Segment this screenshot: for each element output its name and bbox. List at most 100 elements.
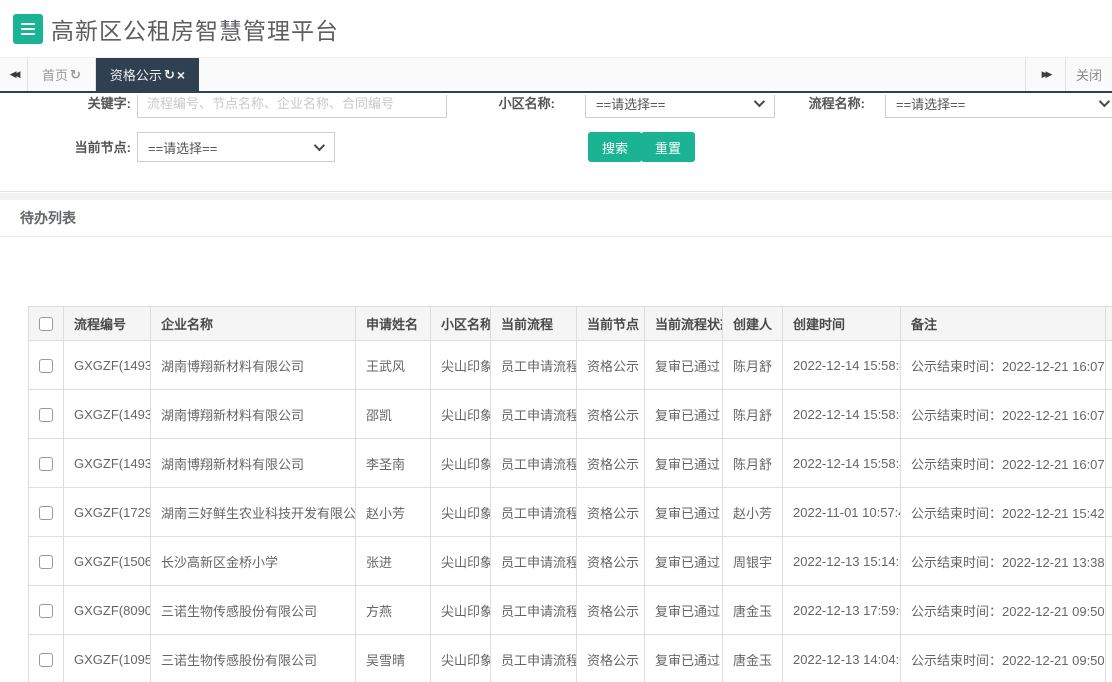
cell-current-node: 资格公示 (577, 537, 645, 586)
row-checkbox[interactable] (39, 653, 53, 667)
col-header-created-at: 创建时间 (783, 307, 901, 341)
todo-list-panel: 待办列表 流程编号 企业名称 申请姓名 小区名称 (0, 200, 1112, 682)
cell-process-no: GXGZF(15061) (64, 537, 151, 586)
page-title: 高新区公租房智慧管理平台 (51, 12, 339, 46)
row-checkbox[interactable] (39, 359, 53, 373)
row-checkbox-cell (29, 488, 64, 537)
refresh-icon[interactable]: ↻ (70, 67, 81, 83)
col-header-extra (1106, 307, 1112, 341)
cell-current-node: 资格公示 (577, 586, 645, 635)
cell-creator: 周银宇 (723, 537, 783, 586)
todo-table-container: 流程编号 企业名称 申请姓名 小区名称 当前流程 当前节点 当前流程状态 创建人… (28, 306, 1112, 682)
current-node-label: 当前节点: (20, 137, 131, 156)
cell-created-at: 2022-12-14 15:58:43 (783, 341, 901, 390)
cell-flow-status: 复审已通过 (645, 439, 723, 488)
cell-company: 三诺生物传感股份有限公司 (151, 635, 356, 682)
cell-current-flow: 员工申请流程 (491, 390, 577, 439)
row-checkbox[interactable] (39, 506, 53, 520)
cell-applicant: 吴雪晴 (356, 635, 431, 682)
close-operations-menu[interactable]: 关闭 (1065, 58, 1112, 91)
keyword-label: 关键字: (20, 95, 131, 112)
cell-creator: 唐金玉 (723, 635, 783, 682)
close-tab-icon[interactable]: × (177, 68, 185, 82)
refresh-icon[interactable]: ↻ (164, 67, 175, 83)
search-button[interactable]: 搜索 (588, 132, 642, 162)
cell-applicant: 方燕 (356, 586, 431, 635)
cell-extra (1106, 341, 1112, 390)
tabbar-spacer (199, 58, 1025, 91)
cell-creator: 陈月舒 (723, 390, 783, 439)
table-header-row: 流程编号 企业名称 申请姓名 小区名称 当前流程 当前节点 当前流程状态 创建人… (29, 307, 1112, 341)
community-label: 小区名称: (467, 95, 555, 112)
select-all-checkbox[interactable] (39, 317, 53, 331)
col-header-current-node: 当前节点 (577, 307, 645, 341)
col-header-company: 企业名称 (151, 307, 356, 341)
section-title: 待办列表 (0, 200, 1112, 237)
reset-button[interactable]: 重置 (641, 132, 695, 162)
tab-home[interactable]: 首页 ↻ (28, 58, 96, 91)
current-node-select[interactable]: ==请选择== (137, 132, 335, 162)
cell-flow-status: 复审已通过 (645, 537, 723, 586)
cell-community: 尖山印象 (431, 488, 491, 537)
cell-created-at: 2022-12-13 14:04:07 (783, 635, 901, 682)
table-row: GXGZF(14933)湖南博翔新材料有限公司李圣南尖山印象员工申请流程资格公示… (29, 439, 1112, 488)
row-checkbox-cell (29, 439, 64, 488)
chevron-down-icon (314, 140, 325, 151)
node-select-value: ==请选择== (148, 138, 217, 157)
keyword-input[interactable] (137, 95, 447, 118)
cell-community: 尖山印象 (431, 635, 491, 682)
row-checkbox[interactable] (39, 457, 53, 471)
search-form-panel: 关键字: 小区名称: ==请选择== 流程名称: ==请选择== 当前节点: =… (0, 95, 1112, 192)
cell-flow-status: 复审已通过 (645, 390, 723, 439)
col-header-remark: 备注 (901, 307, 1106, 341)
cell-process-no: GXGZF(14933) (64, 439, 151, 488)
cell-process-no: GXGZF(14934) (64, 341, 151, 390)
tabs-scroll-right-button[interactable]: ▶▶ (1025, 58, 1065, 91)
cell-created-at: 2022-11-01 10:57:41 (783, 488, 901, 537)
col-header-community: 小区名称 (431, 307, 491, 341)
cell-community: 尖山印象 (431, 341, 491, 390)
cell-company: 三诺生物传感股份有限公司 (151, 586, 356, 635)
double-left-chevron-icon: ◀◀ (10, 69, 18, 80)
cell-creator: 唐金玉 (723, 586, 783, 635)
table-row: GXGZF(15061)长沙高新区金桥小学张进尖山印象员工申请流程资格公示复审已… (29, 537, 1112, 586)
top-header: 高新区公租房智慧管理平台 (0, 0, 1112, 58)
cell-process-no: GXGZF(14932) (64, 390, 151, 439)
chevron-down-icon (754, 96, 765, 107)
todo-table: 流程编号 企业名称 申请姓名 小区名称 当前流程 当前节点 当前流程状态 创建人… (28, 306, 1112, 682)
row-checkbox[interactable] (39, 555, 53, 569)
app-window: 高新区公租房智慧管理平台 ◀◀ 首页 ↻ 资格公示 ↻ × ▶▶ 关闭 关键字:… (0, 0, 1112, 682)
tabs-scroll-left-button[interactable]: ◀◀ (0, 58, 28, 91)
col-header-process-no: 流程编号 (64, 307, 151, 341)
row-checkbox[interactable] (39, 408, 53, 422)
cell-extra (1106, 586, 1112, 635)
cell-flow-status: 复审已通过 (645, 341, 723, 390)
cell-extra (1106, 537, 1112, 586)
community-select[interactable]: ==请选择== (585, 95, 775, 118)
process-name-label: 流程名称: (777, 95, 865, 112)
cell-applicant: 王武风 (356, 341, 431, 390)
row-checkbox-cell (29, 586, 64, 635)
cell-remark: 公示结束时间：2022-12-21 13:38:33 (901, 537, 1106, 586)
col-header-current-flow: 当前流程 (491, 307, 577, 341)
cell-current-flow: 员工申请流程 (491, 586, 577, 635)
hamburger-menu-icon[interactable] (13, 14, 43, 44)
cell-current-node: 资格公示 (577, 488, 645, 537)
cell-current-flow: 员工申请流程 (491, 537, 577, 586)
process-name-select[interactable]: ==请选择== (885, 95, 1112, 118)
cell-current-node: 资格公示 (577, 635, 645, 682)
chevron-down-icon (1099, 96, 1110, 107)
row-checkbox[interactable] (39, 604, 53, 618)
cell-creator: 赵小芳 (723, 488, 783, 537)
tab-qualification-publicity[interactable]: 资格公示 ↻ × (96, 58, 199, 91)
cell-remark: 公示结束时间：2022-12-21 16:07:11 (901, 390, 1106, 439)
row-checkbox-cell (29, 635, 64, 682)
cell-company: 湖南博翔新材料有限公司 (151, 341, 356, 390)
cell-applicant: 李圣南 (356, 439, 431, 488)
cell-extra (1106, 635, 1112, 682)
row-checkbox-cell (29, 537, 64, 586)
cell-extra (1106, 390, 1112, 439)
cell-company: 长沙高新区金桥小学 (151, 537, 356, 586)
col-header-flow-status: 当前流程状态 (645, 307, 723, 341)
cell-flow-status: 复审已通过 (645, 635, 723, 682)
